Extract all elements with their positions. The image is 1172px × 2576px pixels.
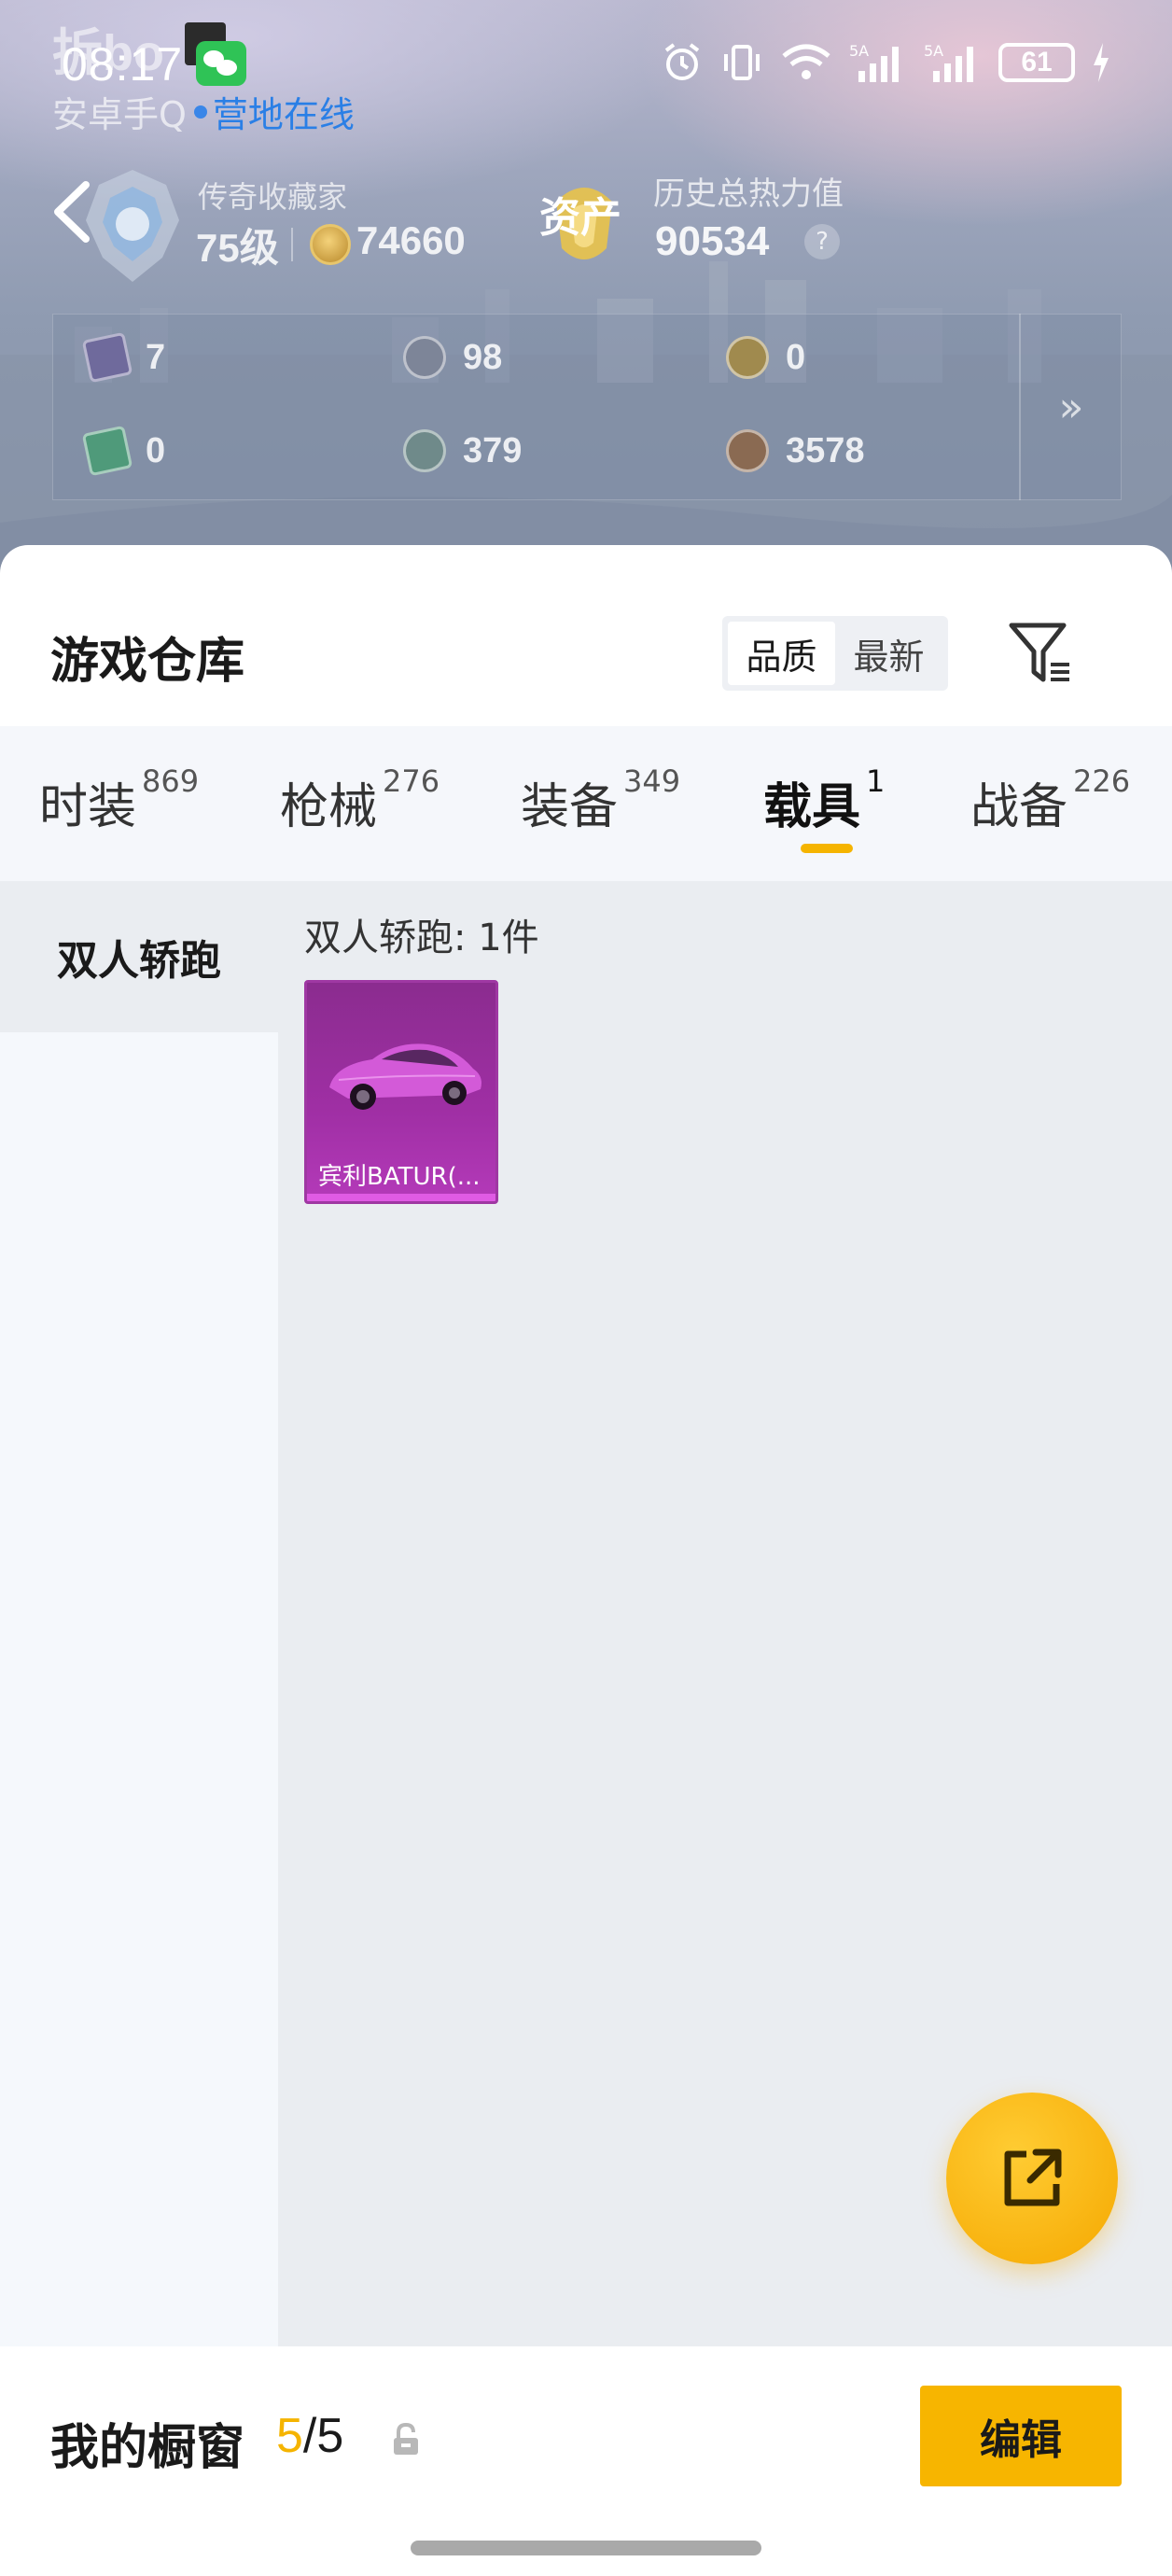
showcase-bar: 我的橱窗 5/5 编辑 (0, 2348, 1172, 2576)
category-tabs: 时装 869 枪械 276 装备 349 载具 1 战备 226 (0, 726, 1172, 881)
share-icon (1004, 2149, 1062, 2206)
subcategory-nav: 双人轿跑 (0, 881, 278, 2346)
sort-option-newest[interactable]: 最新 (835, 622, 942, 685)
subcategory-item-coupe[interactable]: 双人轿跑 (0, 881, 278, 1032)
tab-label: 枪械 (280, 779, 378, 835)
item-card[interactable]: 宾利BATUR(... (304, 980, 498, 1204)
stat-item: 3578 (726, 429, 865, 472)
wechat-icon (196, 41, 246, 86)
coin-value: 74660 (356, 218, 466, 262)
battery-indicator: 61 (998, 43, 1075, 82)
tab-count: 349 (623, 763, 681, 799)
stat-value: 7 (146, 337, 166, 377)
sort-toggle: 品质 最新 (722, 616, 948, 691)
stat-value: 0 (146, 430, 166, 470)
tab-weapons[interactable]: 枪械 276 (280, 763, 440, 837)
silver-coin-icon (403, 336, 446, 379)
tab-count: 276 (383, 763, 440, 799)
purple-card-icon (81, 331, 133, 384)
tab-vehicles[interactable]: 载具 1 (763, 763, 885, 837)
vibrate-icon (724, 45, 760, 80)
bronze-token-icon (726, 429, 769, 472)
svg-text:5A: 5A (849, 42, 869, 60)
showcase-count: 5/5 (276, 2408, 343, 2464)
warehouse-title: 游戏仓库 (50, 634, 245, 690)
tab-count: 226 (1073, 763, 1131, 799)
home-indicator[interactable] (411, 2541, 761, 2555)
online-dot-icon (193, 105, 207, 119)
svg-text:5A: 5A (924, 42, 943, 60)
tab-combat-gear[interactable]: 战备 226 (970, 763, 1130, 837)
stat-value: 3578 (786, 430, 865, 470)
player-level: 75级 (196, 226, 279, 270)
tab-label: 装备 (521, 779, 619, 835)
tab-label: 战备 (970, 779, 1068, 835)
edit-button[interactable]: 编辑 (920, 2386, 1122, 2486)
stat-value: 0 (786, 337, 806, 377)
lock-icon (394, 2422, 418, 2455)
sort-option-quality[interactable]: 品质 (728, 622, 835, 685)
stat-value: 98 (463, 337, 503, 377)
stat-item: 0 (81, 425, 166, 477)
signal-5g-icon-2: 5A (924, 42, 973, 82)
showcase-current: 5 (276, 2409, 303, 2463)
stat-value: 379 (463, 430, 523, 470)
signal-5g-icon: 5A (849, 42, 899, 82)
asset-label: 资产 (539, 194, 621, 242)
charging-icon (1094, 43, 1109, 82)
active-tab-indicator (801, 844, 853, 853)
system-status-icons: 5A 5A 61 (661, 41, 1110, 84)
divider (291, 228, 293, 261)
share-button[interactable] (946, 2093, 1118, 2264)
stat-item: 98 (403, 336, 502, 379)
tab-count: 1 (866, 763, 886, 799)
filter-icon[interactable] (1006, 618, 1075, 687)
tab-equipment[interactable]: 装备 349 (521, 763, 680, 837)
alarm-icon (664, 43, 700, 80)
currency-stats-panel (52, 314, 1122, 500)
showcase-total: /5 (302, 2409, 344, 2463)
stat-item: 379 (403, 429, 522, 472)
teal-coin-icon (403, 429, 446, 472)
heat-value: 90534 (655, 218, 770, 264)
stats-more-button[interactable]: » (1019, 314, 1122, 500)
heat-label: 历史总热力值 (653, 175, 844, 213)
showcase-label: 我的橱窗 (50, 2420, 245, 2476)
tab-label: 时装 (39, 779, 137, 835)
back-arrow-icon[interactable] (49, 179, 97, 245)
gold-token-icon (726, 336, 769, 379)
stat-item: 7 (81, 331, 166, 384)
online-status: 营地在线 (212, 94, 355, 135)
asset-trophy-icon: 资产 (539, 188, 621, 259)
green-card-icon (81, 425, 133, 477)
rarity-bar (307, 1194, 495, 1201)
tab-count: 869 (142, 763, 200, 799)
coin-icon (310, 224, 351, 265)
rank-title: 传奇收藏家 (198, 179, 348, 215)
app-name: 安卓手Q (52, 94, 187, 135)
warehouse-sheet: 游戏仓库 品质 最新 时装 869 枪械 276 装备 349 载具 1 战备 226 双… (0, 545, 1172, 2576)
wifi-icon (782, 44, 830, 79)
app-source-line: 安卓手Q 营地在线 (52, 86, 355, 137)
help-icon[interactable]: ? (804, 224, 840, 259)
tab-fashion[interactable]: 时装 869 (39, 763, 199, 837)
stat-item: 0 (726, 336, 805, 379)
item-name: 宾利BATUR(... (318, 1163, 481, 1191)
tab-label: 载具 (763, 779, 861, 835)
status-time: 08:17 (62, 38, 184, 91)
group-title: 双人轿跑: 1件 (304, 917, 539, 959)
car-icon (329, 1043, 481, 1110)
